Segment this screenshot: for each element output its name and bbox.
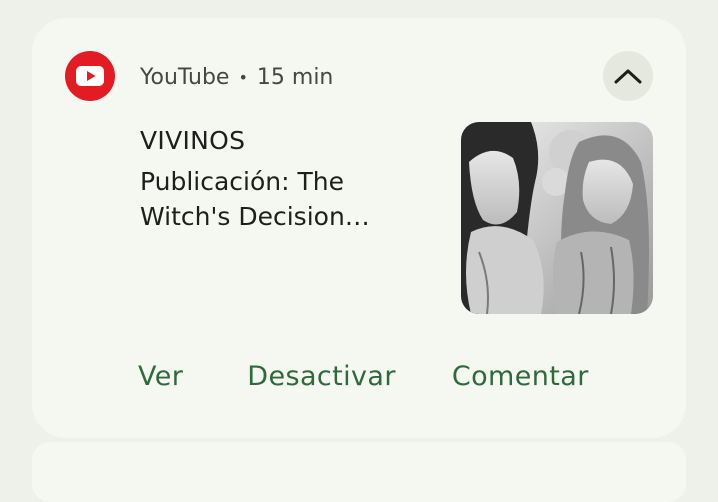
- ver-button[interactable]: Ver: [138, 361, 183, 392]
- desactivar-button[interactable]: Desactivar: [247, 361, 396, 392]
- notification-header: YouTube • 15 min: [140, 62, 333, 92]
- next-notification-card[interactable]: [32, 442, 686, 502]
- notification-title: VIVINOS: [140, 126, 246, 155]
- manga-illustration-thumbnail[interactable]: [461, 122, 653, 314]
- collapse-button[interactable]: [603, 51, 653, 101]
- chevron-up-icon: [614, 69, 642, 84]
- notification-time: 15 min: [256, 64, 334, 90]
- notification-card[interactable]: YouTube • 15 min VIVINOS Publicación: Th…: [32, 18, 686, 438]
- header-separator: •: [238, 67, 248, 87]
- comentar-button[interactable]: Comentar: [452, 361, 589, 392]
- app-name: YouTube: [140, 64, 230, 90]
- youtube-logo-icon: [65, 51, 115, 101]
- notification-actions: Ver Desactivar Comentar: [138, 356, 589, 396]
- notification-body: Publicación: The Witch's Decision…: [140, 167, 370, 231]
